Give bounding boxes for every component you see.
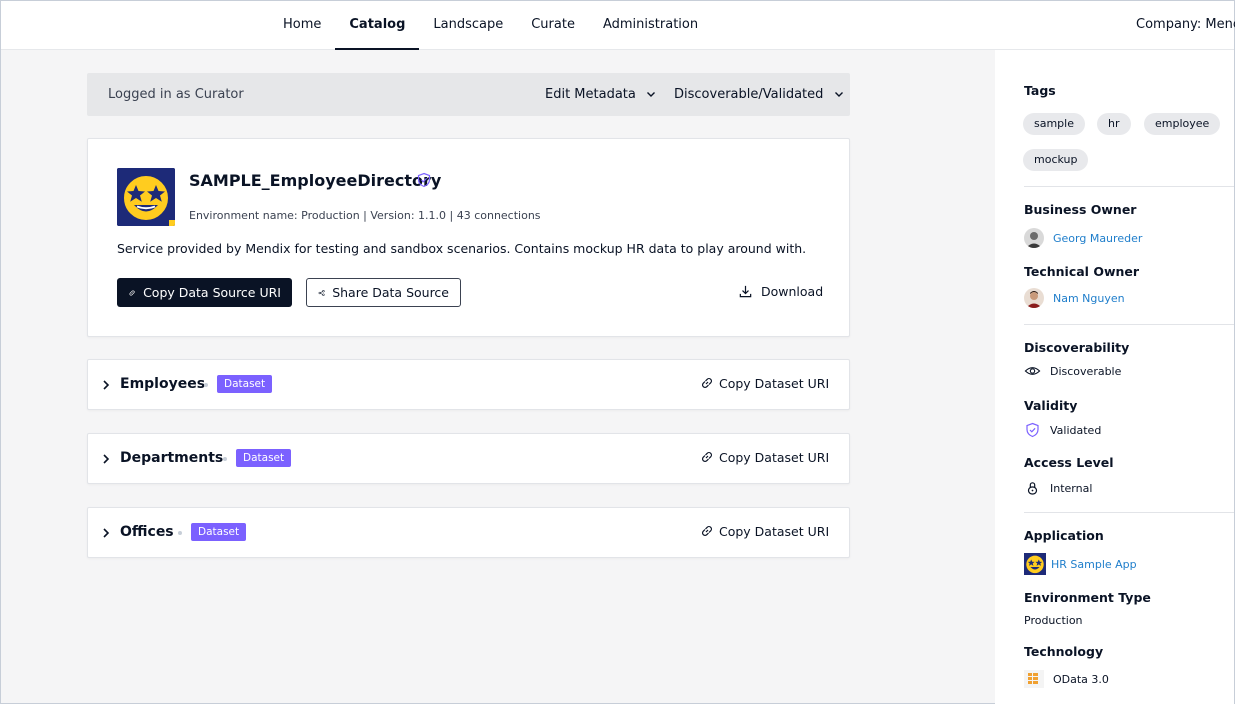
separator-dot [178, 531, 182, 535]
chevron-down-icon [647, 92, 656, 97]
technical-owner-name: Nam Nguyen [1053, 291, 1125, 305]
business-owner-name: Georg Maureder [1053, 231, 1143, 245]
tag-employee[interactable]: employee [1144, 113, 1221, 135]
tag-mockup[interactable]: mockup [1023, 149, 1089, 171]
nav-curate[interactable]: Curate [517, 1, 589, 50]
share-data-source-label: Share Data Source [332, 285, 449, 300]
copy-dataset-uri-label: Copy Dataset URI [719, 523, 830, 539]
application-name: HR Sample App [1051, 557, 1137, 571]
dataset-badge: Dataset [191, 523, 247, 541]
company-label: Company: [1136, 17, 1202, 32]
business-owner-link[interactable]: Georg Maureder [1024, 228, 1142, 248]
shield-check-icon [1026, 422, 1039, 438]
validity-heading: Validity [1024, 398, 1078, 413]
environment-label: Environment name: [189, 209, 298, 222]
download-icon [739, 285, 752, 298]
application-heading: Application [1024, 528, 1104, 543]
business-owner-heading: Business Owner [1024, 202, 1137, 217]
nav-administration[interactable]: Administration [589, 1, 712, 50]
discoverability-text: Discoverable [1050, 364, 1122, 378]
dataset-badge: Dataset [217, 375, 273, 393]
avatar [1024, 288, 1044, 308]
copy-data-source-uri-button[interactable]: Copy Data Source URI [117, 278, 292, 307]
app-logo [117, 168, 175, 226]
data-source-title: SAMPLE_EmployeeDirectory [189, 171, 442, 190]
chevron-down-icon [834, 92, 843, 97]
divider [1024, 186, 1234, 187]
nav-home[interactable]: Home [269, 1, 335, 50]
discoverability-value: Discoverable [1024, 364, 1121, 378]
chevron-right-icon[interactable] [101, 527, 111, 539]
tags-heading: Tags [1024, 83, 1056, 98]
company-value: Menc [1205, 17, 1235, 32]
link-icon [702, 526, 712, 536]
technology-value: OData 3.0 [1024, 670, 1109, 688]
copy-dataset-uri-button[interactable]: Copy Dataset URI [699, 375, 829, 391]
edit-metadata-dropdown[interactable]: Edit Metadata [545, 87, 656, 102]
environment-value: Production | Version: 1.1.0 | 43 connect… [301, 209, 541, 222]
copy-dataset-uri-button[interactable]: Copy Dataset URI [699, 523, 829, 539]
data-source-card: SAMPLE_EmployeeDirectory Environment nam… [87, 138, 850, 337]
odata-icon [1024, 670, 1044, 688]
dataset-row-offices[interactable]: Offices Dataset Copy Dataset URI [87, 507, 850, 558]
application-link[interactable]: HR Sample App [1024, 553, 1137, 575]
access-level-heading: Access Level [1024, 455, 1114, 470]
separator-dot [223, 457, 227, 461]
shield-check-icon [417, 172, 431, 188]
lock-icon [1027, 482, 1038, 495]
company-selector[interactable]: Company: Menc [1136, 17, 1235, 32]
divider [1024, 324, 1234, 325]
download-label: Download [761, 284, 824, 299]
logged-in-label: Logged in as Curator [108, 87, 244, 102]
validity-value: Validated [1024, 422, 1101, 438]
link-icon [702, 452, 712, 462]
download-button[interactable]: Download [738, 284, 823, 299]
tag-hr[interactable]: hr [1097, 113, 1131, 135]
chevron-right-icon[interactable] [101, 379, 111, 391]
environment-type-heading: Environment Type [1024, 590, 1151, 605]
technology-heading: Technology [1024, 644, 1104, 659]
dataset-name: Employees [120, 376, 206, 392]
copy-dataset-uri-label: Copy Dataset URI [719, 449, 830, 465]
dataset-badge: Dataset [236, 449, 292, 467]
eye-icon [1024, 367, 1041, 375]
data-source-description: Service provided by Mendix for testing a… [117, 241, 807, 256]
copy-data-source-uri-label: Copy Data Source URI [143, 285, 281, 300]
dataset-name: Departments [120, 450, 224, 466]
separator-dot [204, 383, 208, 387]
technology-text: OData 3.0 [1053, 672, 1109, 686]
environment-info: Environment name: Production | Version: … [189, 209, 541, 222]
share-icon [318, 289, 325, 296]
validity-text: Validated [1050, 423, 1102, 437]
dataset-name: Offices [120, 524, 174, 540]
main-nav: Home Catalog Landscape Curate Administra… [269, 1, 712, 50]
share-data-source-button[interactable]: Share Data Source [306, 278, 461, 307]
status-dropdown-label: Discoverable/Validated [674, 87, 824, 102]
chevron-right-icon[interactable] [101, 453, 111, 465]
nav-catalog[interactable]: Catalog [335, 1, 420, 50]
tag-sample[interactable]: sample [1023, 113, 1085, 135]
divider [1024, 512, 1234, 513]
dataset-row-employees[interactable]: Employees Dataset Copy Dataset URI [87, 359, 850, 410]
environment-type-value: Production [1024, 614, 1083, 627]
edit-metadata-label: Edit Metadata [545, 87, 636, 102]
copy-dataset-uri-button[interactable]: Copy Dataset URI [699, 449, 829, 465]
top-navigation-bar: Home Catalog Landscape Curate Administra… [1, 1, 1235, 50]
avatar [1024, 228, 1044, 248]
status-dropdown[interactable]: Discoverable/Validated [674, 87, 844, 102]
nav-landscape[interactable]: Landscape [419, 1, 517, 50]
app-logo-icon [1024, 553, 1046, 575]
dataset-row-departments[interactable]: Departments Dataset Copy Dataset URI [87, 433, 850, 484]
technical-owner-link[interactable]: Nam Nguyen [1024, 288, 1125, 308]
details-sidebar: Tags sample hr employee mockup Business … [995, 50, 1234, 704]
environment-type-text: Production [1024, 614, 1083, 627]
copy-dataset-uri-label: Copy Dataset URI [719, 375, 830, 391]
access-level-value: Internal [1024, 480, 1092, 496]
curator-bar: Logged in as Curator Edit Metadata Disco… [87, 73, 850, 116]
access-level-text: Internal [1050, 481, 1093, 495]
discoverability-heading: Discoverability [1024, 340, 1130, 355]
link-icon [702, 378, 712, 388]
link-icon [129, 289, 135, 296]
technical-owner-heading: Technical Owner [1024, 264, 1140, 279]
